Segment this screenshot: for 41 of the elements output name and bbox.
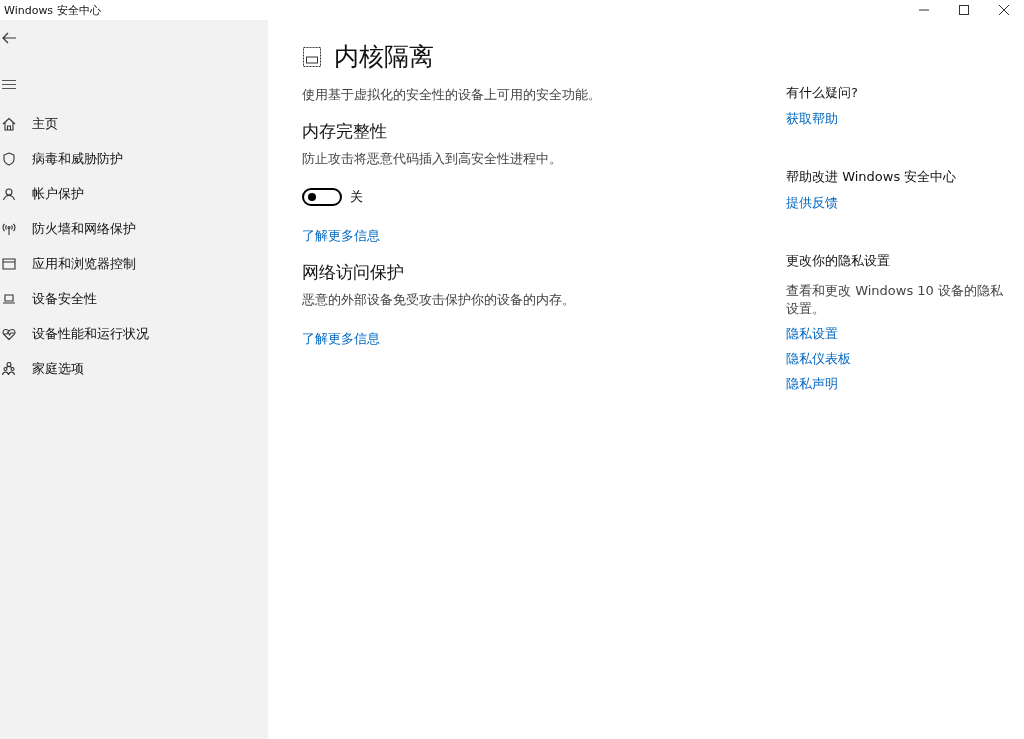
menu-icon[interactable] (2, 80, 16, 89)
laptop-icon (2, 292, 16, 306)
aside-link[interactable]: 提供反馈 (786, 194, 838, 212)
aside-link[interactable]: 隐私仪表板 (786, 350, 851, 369)
section-heading: 内存完整性 (302, 120, 388, 143)
close-icon (999, 5, 1009, 15)
learn-more-link[interactable]: 了解更多信息 (302, 331, 380, 348)
heart-icon (2, 327, 16, 341)
window-title: Windows 安全中心 (3, 2, 101, 18)
sidebar-item[interactable]: 病毒和威胁防护 (0, 149, 268, 169)
sidebar-item[interactable]: 应用和浏览器控制 (0, 254, 268, 274)
maximize-icon (959, 5, 969, 15)
sidebar-item[interactable]: 主页 (0, 114, 268, 134)
aside-link[interactable]: 获取帮助 (786, 110, 838, 128)
aside-description: 查看和更改 Windows 10 设备的隐私设置。 (786, 282, 1004, 319)
toggle-state-label: 关 (350, 188, 363, 206)
page-title: 内核隔离 (334, 41, 434, 73)
shield-icon (2, 152, 16, 166)
aside-link[interactable]: 隐私声明 (786, 375, 838, 394)
aside-link[interactable]: 隐私设置 (786, 325, 838, 344)
section-heading: 网络访问保护 (302, 261, 405, 284)
back-arrow-icon[interactable] (2, 32, 16, 44)
window-icon (2, 257, 16, 271)
aside-heading: 更改你的隐私设置 (786, 252, 890, 270)
sidebar-item[interactable]: 设备性能和运行状况 (0, 324, 268, 344)
toggle-switch[interactable] (302, 188, 342, 206)
person-icon (2, 187, 16, 201)
antenna-icon (2, 222, 16, 236)
aside-heading: 有什么疑问? (786, 84, 858, 102)
people-icon (2, 362, 16, 376)
section-description: 防止攻击将恶意代码插入到高安全性进程中。 (302, 151, 563, 168)
chip-icon (302, 45, 322, 68)
home-icon (2, 117, 16, 131)
page-description: 使用基于虚拟化的安全性的设备上可用的安全功能。 (302, 87, 602, 104)
sidebar-item[interactable]: 帐户保护 (0, 184, 268, 204)
sidebar-item[interactable]: 防火墙和网络保护 (0, 219, 268, 239)
sidebar-item[interactable]: 设备安全性 (0, 289, 268, 309)
learn-more-link[interactable]: 了解更多信息 (302, 228, 380, 245)
sidebar-item[interactable]: 家庭选项 (0, 359, 268, 379)
aside-heading: 帮助改进 Windows 安全中心 (786, 168, 957, 186)
section-description: 恶意的外部设备免受攻击保护你的设备的内存。 (302, 292, 576, 309)
